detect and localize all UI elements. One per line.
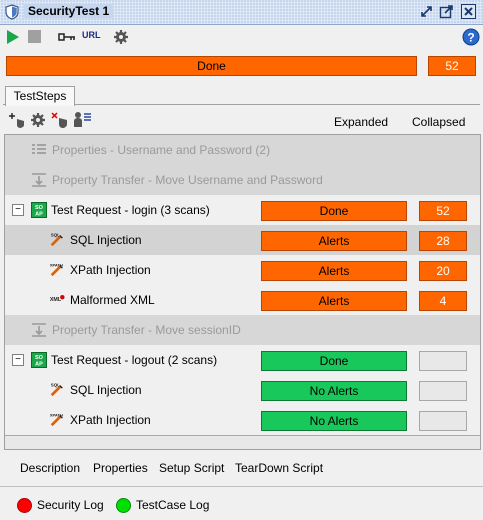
status-bar: Done (261, 351, 407, 371)
tab-properties[interactable]: Properties (93, 461, 148, 475)
status-bar: Done (261, 201, 407, 221)
step-row-malformed-xml[interactable]: XML Malformed XML Alerts 4 (5, 285, 480, 316)
overall-count-badge: 52 (428, 56, 476, 76)
svg-text:SO: SO (35, 355, 44, 361)
svg-text:XML: XML (50, 297, 62, 303)
tab-teardown-script[interactable]: TearDown Script (235, 461, 323, 475)
security-shield-icon (5, 4, 19, 20)
step-row-test-request-login[interactable]: − SO AP Test Request - login (3 scans) Do… (5, 195, 480, 226)
status-label: No Alerts (309, 414, 359, 428)
status-bar: No Alerts (261, 381, 407, 401)
column-collapsed[interactable]: Collapsed (412, 115, 465, 129)
help-icon[interactable]: ? (462, 28, 480, 46)
properties-icon (32, 144, 46, 154)
step-row-properties[interactable]: Properties - Username and Password (2) (5, 135, 480, 166)
status-label: Alerts (318, 264, 350, 278)
steps-toolbar: Expanded Collapsed (4, 109, 479, 133)
status-bar: No Alerts (261, 411, 407, 431)
configure-scan-icon[interactable] (30, 112, 46, 128)
step-row-xpath-injection[interactable]: XPATH XPath Injection No Alerts (5, 405, 480, 436)
overall-progress-label: Done (197, 59, 226, 73)
count-badge (419, 381, 467, 401)
close-icon[interactable] (461, 4, 476, 19)
count-label: 20 (436, 264, 450, 278)
scan-settings-icon[interactable] (72, 111, 92, 129)
status-bar: Alerts (261, 231, 407, 251)
status-label: No Alerts (309, 384, 359, 398)
step-label: Test Request - login (3 scans) (51, 203, 210, 217)
remove-scan-icon[interactable] (51, 112, 69, 128)
malformed-xml-icon: XML (50, 295, 65, 303)
count-label: 4 (439, 294, 447, 308)
title-bar: SecurityTest 1 (0, 0, 483, 25)
status-label: Done (319, 354, 349, 368)
stop-icon[interactable] (28, 30, 41, 43)
tab-teststeps[interactable]: TestSteps (5, 86, 75, 106)
svg-text:AP: AP (35, 212, 43, 218)
step-label: Malformed XML (70, 293, 155, 307)
status-label: Alerts (318, 234, 350, 248)
xpath-injection-icon: XPATH (50, 262, 63, 277)
window-title: SecurityTest 1 (24, 4, 114, 18)
security-log-label: Security Log (37, 498, 104, 512)
property-transfer-icon (32, 323, 46, 337)
gear-icon[interactable] (113, 29, 129, 45)
status-bar: Alerts (261, 261, 407, 281)
toolbar: URL ? (0, 25, 483, 49)
status-label: Done (319, 204, 349, 218)
soap-request-icon: SOAP (31, 202, 47, 218)
maximize-icon[interactable] (439, 4, 454, 19)
step-label: Properties - Username and Password (2) (52, 143, 271, 157)
test-steps-panel: Properties - Username and Password (2) P… (4, 134, 481, 450)
step-label: SQL Injection (70, 233, 142, 247)
testcase-log-label: TestCase Log (136, 498, 210, 512)
step-label: Test Request - logout (2 scans) (51, 353, 218, 367)
step-label: SQL Injection (70, 383, 142, 397)
svg-text:AP: AP (35, 362, 43, 368)
overall-count: 52 (445, 59, 459, 73)
collapse-toggle[interactable]: − (12, 354, 24, 366)
svg-text:SO: SO (35, 205, 44, 211)
status-bar: Alerts (261, 291, 407, 311)
step-label: Property Transfer - Move Username and Pa… (52, 173, 323, 187)
count-label: 28 (436, 234, 450, 248)
testcase-log-status-icon (116, 498, 131, 513)
tab-teststeps-label: TestSteps (13, 89, 67, 103)
add-scan-icon[interactable] (8, 112, 26, 128)
security-log-status-icon (17, 498, 32, 513)
footer-divider (0, 486, 483, 487)
sql-injection-icon: SQL (50, 232, 63, 247)
count-badge: 20 (419, 261, 467, 281)
run-icon[interactable] (6, 29, 20, 45)
count-badge: 28 (419, 231, 467, 251)
count-badge (419, 351, 467, 371)
step-row-xpath-injection[interactable]: XPATH XPath Injection Alerts 20 (5, 255, 480, 286)
collapse-toggle[interactable]: − (12, 204, 24, 216)
svg-text:?: ? (467, 31, 474, 45)
count-badge: 52 (419, 201, 467, 221)
step-label: XPath Injection (70, 263, 151, 277)
sql-injection-icon: SQL (50, 382, 63, 397)
step-label: XPath Injection (70, 413, 151, 427)
xpath-injection-icon: XPATH (50, 412, 63, 427)
key-icon[interactable] (58, 32, 76, 42)
step-row-sql-injection[interactable]: SQL SQL Injection No Alerts (5, 375, 480, 406)
count-label: 52 (436, 204, 450, 218)
overall-progress-bar: Done (6, 56, 417, 76)
count-badge: 4 (419, 291, 467, 311)
step-row-sql-injection[interactable]: SQL SQL Injection Alerts 28 (5, 225, 480, 256)
step-row-property-transfer[interactable]: Property Transfer - Move Username and Pa… (5, 165, 480, 196)
tab-description[interactable]: Description (20, 461, 80, 475)
step-row-test-request-logout[interactable]: − SO AP Test Request - logout (2 scans) D… (5, 345, 480, 376)
url-button[interactable]: URL (82, 30, 101, 40)
count-badge (419, 411, 467, 431)
restore-icon[interactable] (419, 4, 434, 19)
soap-request-icon: SOAP (31, 352, 47, 368)
step-row-property-transfer-session[interactable]: Property Transfer - Move sessionID (5, 315, 480, 346)
property-transfer-icon (32, 173, 46, 187)
tab-setup-script[interactable]: Setup Script (159, 461, 224, 475)
step-label: Property Transfer - Move sessionID (52, 323, 241, 337)
status-label: Alerts (318, 294, 350, 308)
column-expanded[interactable]: Expanded (334, 115, 388, 129)
